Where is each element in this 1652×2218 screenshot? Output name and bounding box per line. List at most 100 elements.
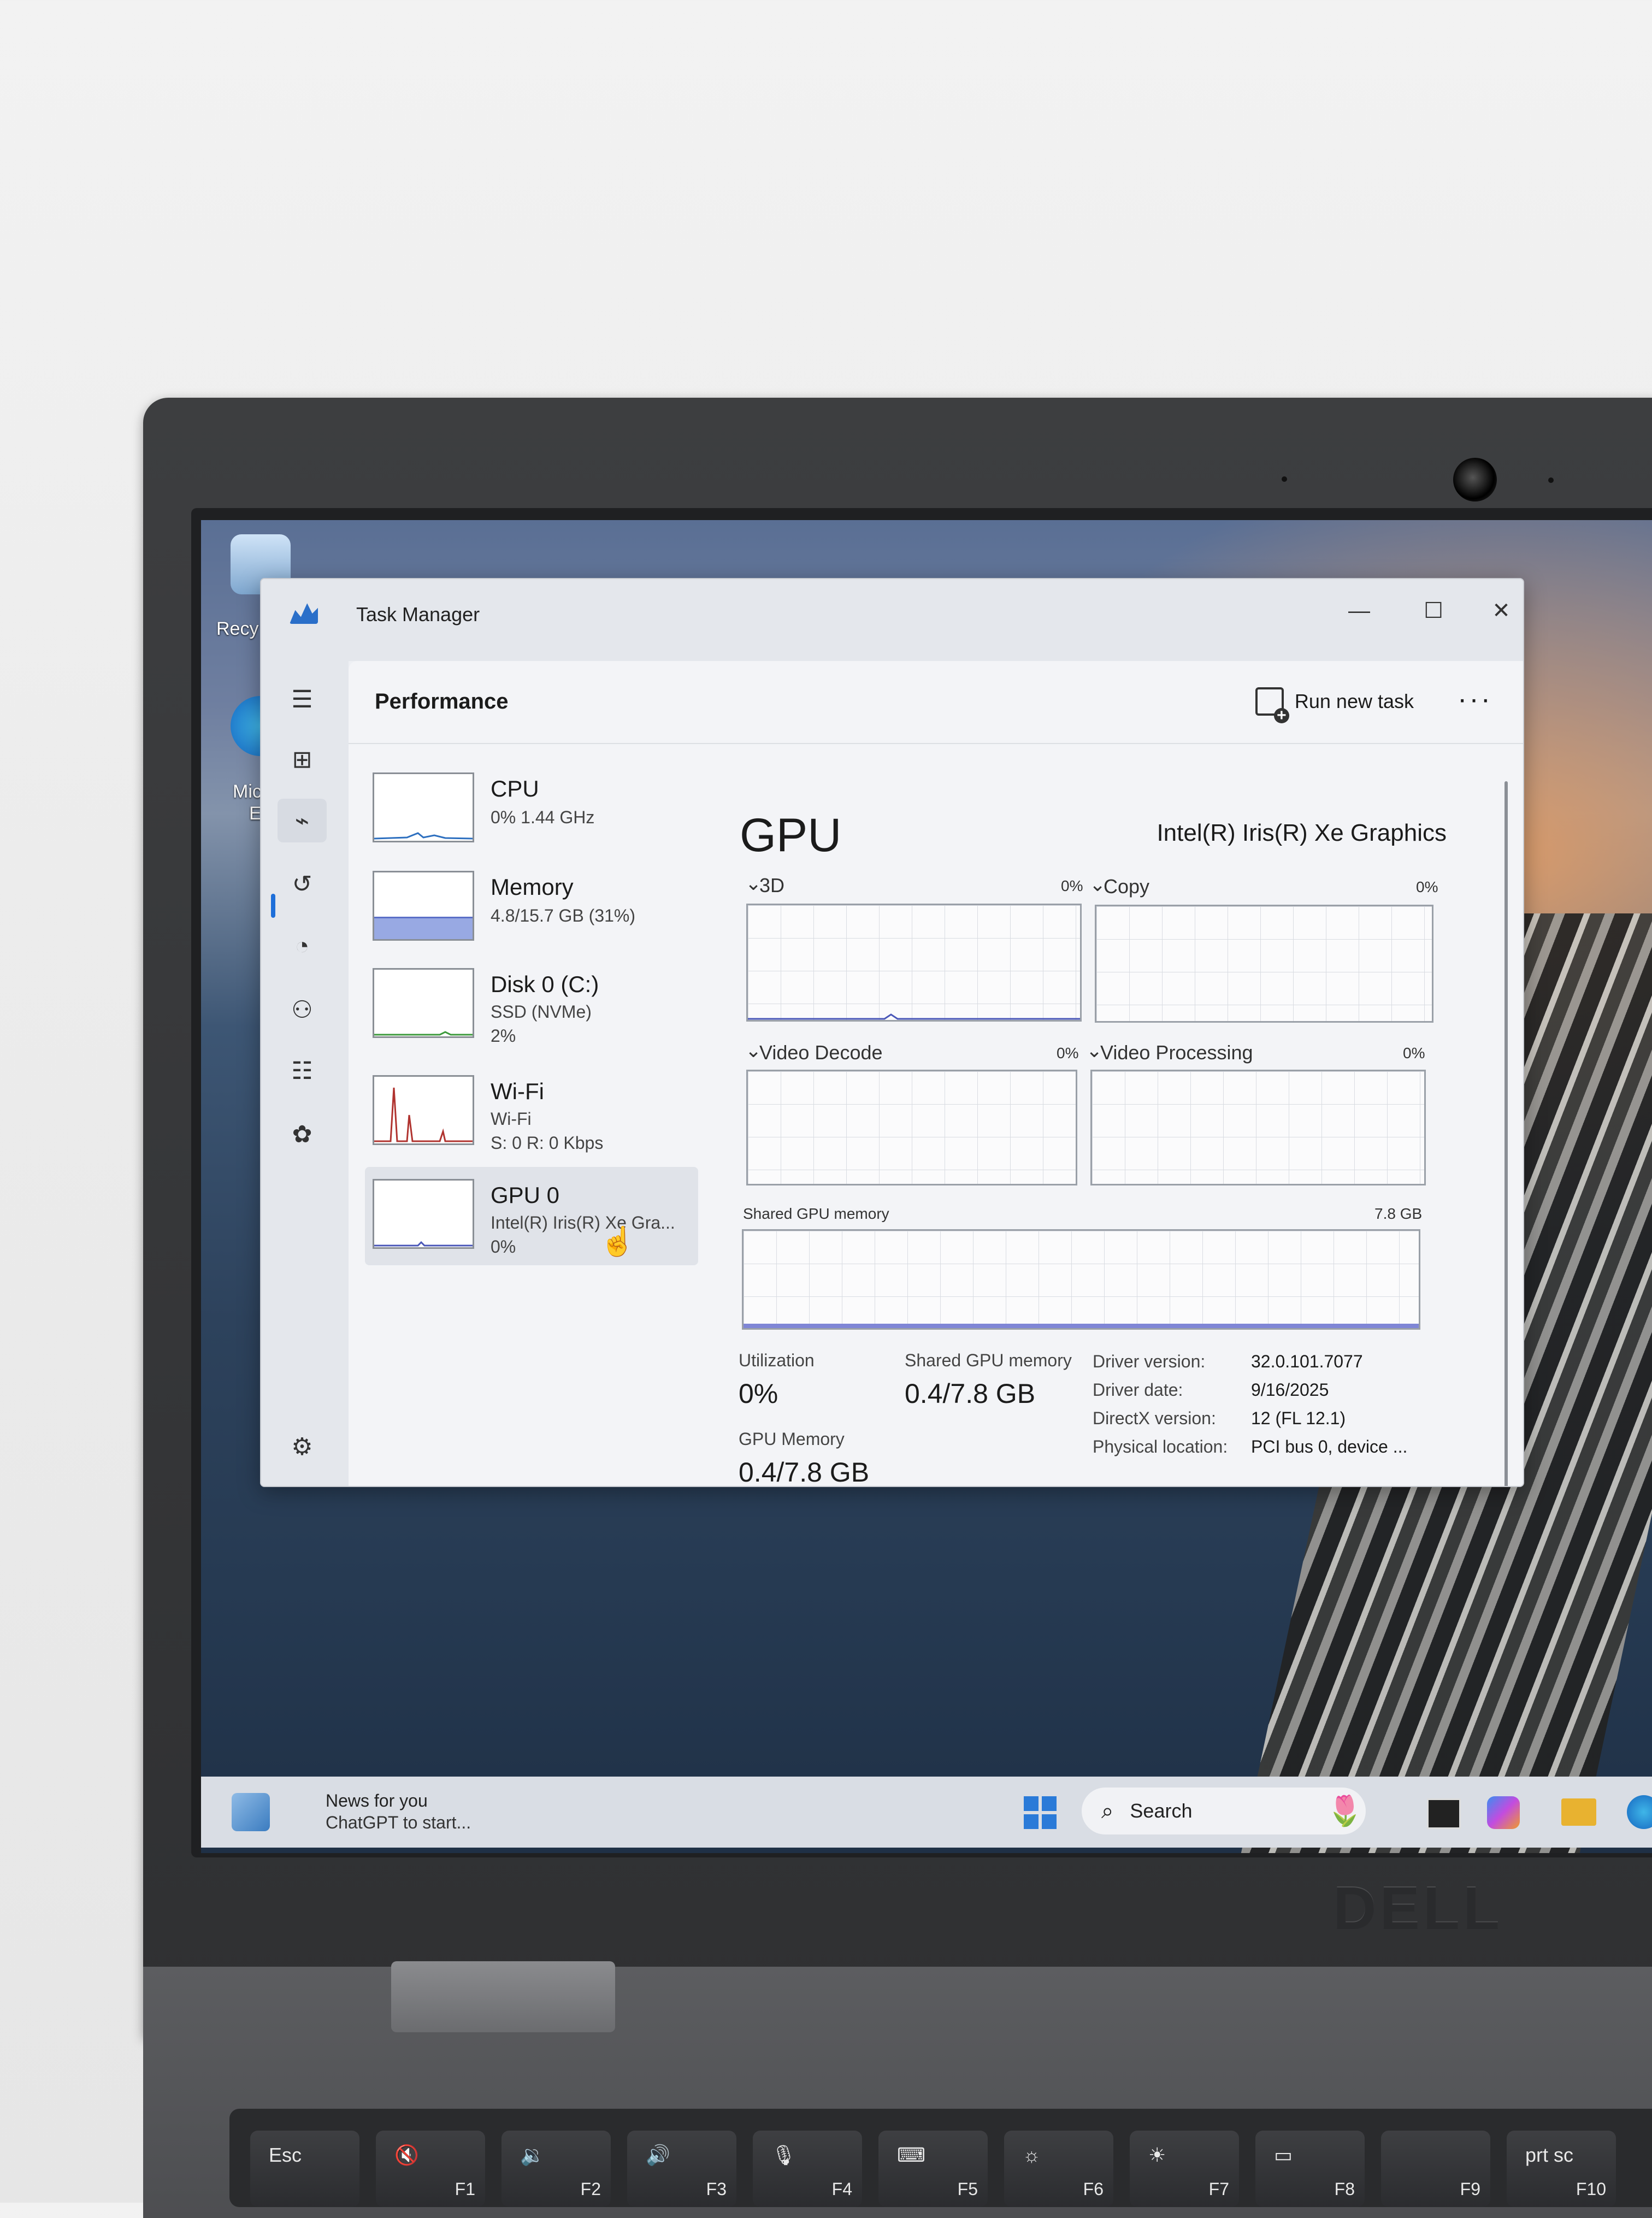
graph-shared-memory [742, 1229, 1420, 1330]
resource-line1: Wi-Fi [491, 1109, 532, 1129]
resource-name: Memory [491, 874, 574, 900]
graph-copy-pct: 0% [1416, 878, 1438, 895]
resource-name: GPU 0 [491, 1182, 560, 1208]
services-icon[interactable]: ✿ [278, 1112, 327, 1156]
graph-video-decode-label[interactable]: Video Decode [759, 1041, 883, 1064]
key-main-label: 🔊 [646, 2144, 670, 2166]
key-main-label: 🔉 [520, 2144, 545, 2166]
graph-3d-pct: 0% [1061, 877, 1083, 894]
disk-thumb-graph [374, 1031, 473, 1036]
performance-icon[interactable]: ⌁ [278, 799, 327, 842]
resource-name: Disk 0 (C:) [491, 971, 599, 997]
key-f2[interactable]: 🔉 F2 [502, 2131, 611, 2207]
webcam [1453, 458, 1497, 502]
taskbar-search[interactable]: ⌕ Search [1082, 1788, 1366, 1834]
resource-item-memory[interactable]: Memory 4.8/15.7 GB (31%) [365, 859, 698, 957]
key-f1[interactable]: 🔇 F1 [376, 2131, 485, 2207]
graph-3d-label[interactable]: 3D [759, 874, 784, 897]
shared-graph-max: 7.8 GB [1374, 1205, 1423, 1222]
active-indicator [271, 894, 275, 918]
minimize-button[interactable]: — [1337, 594, 1381, 627]
cpu-thumbnail [373, 772, 474, 842]
search-label: Search [1130, 1800, 1193, 1822]
edge-taskbar-icon[interactable] [1627, 1795, 1652, 1829]
graph-video-processing-pct: 0% [1403, 1045, 1425, 1061]
key-f5[interactable]: ⌨ F5 [878, 2131, 988, 2207]
key-fn-label: F4 [831, 2179, 852, 2199]
gpu-thumb-graph [374, 1241, 473, 1247]
disk-thumbnail [373, 968, 474, 1038]
startup-apps-icon[interactable]: ◔ [278, 924, 327, 968]
wifi-thumbnail [373, 1075, 474, 1145]
settings-icon[interactable]: ⚙ [278, 1425, 327, 1468]
resource-item-wifi[interactable]: Wi-Fi Wi-Fi S: 0 R: 0 Kbps [365, 1063, 698, 1161]
graph-video-processing-label[interactable]: Video Processing [1100, 1041, 1253, 1064]
start-button-icon[interactable] [1024, 1796, 1057, 1829]
maximize-button[interactable]: ☐ [1412, 594, 1455, 627]
key-f3[interactable]: 🔊 F3 [627, 2131, 736, 2207]
more-options-button[interactable]: ··· [1458, 683, 1492, 716]
news-title[interactable]: News for you [326, 1791, 428, 1811]
file-explorer-icon[interactable] [1561, 1798, 1596, 1826]
key-f9[interactable]: F9 [1381, 2131, 1490, 2207]
resource-item-cpu[interactable]: CPU 0% 1.44 GHz [365, 760, 698, 859]
task-manager-window: Task Manager — ☐ ✕ ☰ ⊞ ⌁ ↺ ◔ ⚇ ☷ ✿ ⚙ Per… [260, 578, 1524, 1487]
users-icon[interactable]: ⚇ [278, 988, 327, 1031]
run-task-icon [1255, 687, 1289, 723]
camera-led [1548, 477, 1554, 483]
search-icon: ⌕ [1101, 1798, 1114, 1823]
dell-logo: DELL [1333, 1875, 1503, 1942]
resource-line1: 0% 1.44 GHz [491, 807, 595, 827]
ambient-sensor [1282, 476, 1287, 482]
resource-line2: 0% [491, 1237, 516, 1257]
resource-line1: SSD (NVMe) [491, 1002, 592, 1022]
key-f7[interactable]: ☀ F7 [1130, 2131, 1239, 2207]
resource-item-gpu[interactable]: GPU 0 Intel(R) Iris(R) Xe Gra... 0% ☝ [365, 1167, 698, 1265]
key-esc[interactable]: Esc [250, 2131, 359, 2207]
tulips-icon[interactable]: 🌷 [1326, 1794, 1363, 1828]
physical-location-key: Physical location: [1093, 1437, 1228, 1456]
title-bar[interactable]: Task Manager — ☐ ✕ [261, 579, 1523, 661]
shared-memory-label: Shared GPU memory [905, 1350, 1072, 1370]
key-main-label: prt sc [1525, 2144, 1574, 2166]
resource-line2: 2% [491, 1026, 516, 1046]
key-main-label: ▭ [1274, 2144, 1293, 2166]
graph-video-decode [746, 1070, 1077, 1185]
graph-3d [746, 904, 1082, 1022]
key-fn-label: F8 [1334, 2179, 1355, 2199]
key-fn-label: F6 [1083, 2179, 1104, 2199]
news-subtitle[interactable]: ChatGPT to start... [326, 1813, 471, 1833]
copilot-icon[interactable] [1487, 1796, 1520, 1829]
key-f6[interactable]: ☼ F6 [1004, 2131, 1113, 2207]
run-new-task-button[interactable]: Run new task [1255, 685, 1414, 723]
gpu-memory-label: GPU Memory [739, 1429, 845, 1449]
taskbar: News for you ChatGPT to start... ⌕ Searc… [201, 1777, 1652, 1848]
key-main-label: Esc [269, 2144, 302, 2166]
key-f8[interactable]: ▭ F8 [1255, 2131, 1365, 2207]
graph-3d-line [748, 1013, 1080, 1020]
scrollbar[interactable] [1504, 781, 1508, 1486]
hamburger-icon[interactable]: ☰ [278, 677, 327, 721]
task-view-icon[interactable] [1427, 1798, 1461, 1829]
shared-graph-label: Shared GPU memory [743, 1205, 889, 1222]
key-fn-label: F5 [957, 2179, 978, 2199]
window-title: Task Manager [356, 603, 480, 626]
details-icon[interactable]: ☷ [278, 1049, 327, 1093]
close-button[interactable]: ✕ [1479, 594, 1523, 627]
key-main-label: 🔇 [394, 2144, 419, 2166]
app-history-icon[interactable]: ↺ [278, 862, 327, 906]
resource-item-disk[interactable]: Disk 0 (C:) SSD (NVMe) 2% [365, 956, 698, 1054]
shared-memory-fill [744, 1324, 1419, 1328]
shared-memory-value: 0.4/7.8 GB [905, 1378, 1036, 1409]
wifi-thumb-graph [374, 1087, 473, 1142]
key-f4[interactable]: 🎙 F4 [753, 2131, 862, 2207]
memory-fill [374, 917, 473, 939]
hand-cursor-icon: ☝ [600, 1226, 635, 1258]
detail-title: GPU [740, 809, 842, 862]
processes-icon[interactable]: ⊞ [278, 738, 327, 781]
task-manager-app-icon [290, 603, 318, 624]
news-widget-icon[interactable] [232, 1793, 270, 1831]
driver-version-key: Driver version: [1093, 1352, 1206, 1371]
key-f10[interactable]: prt sc F10 [1507, 2131, 1616, 2207]
graph-copy-label[interactable]: Copy [1104, 875, 1149, 898]
